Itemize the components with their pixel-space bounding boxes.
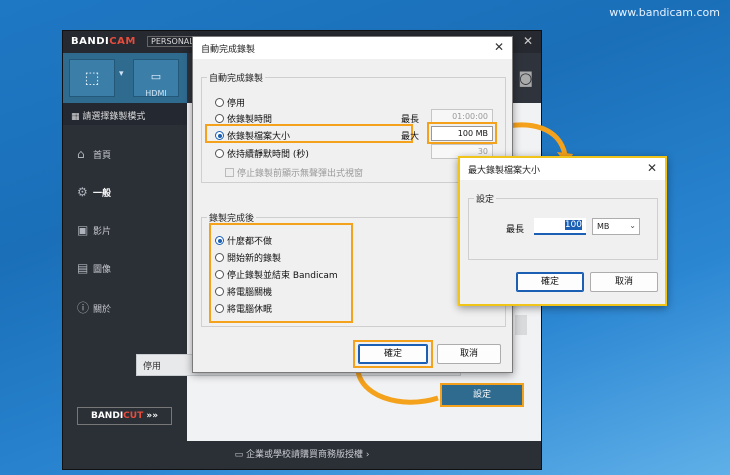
unit-select[interactable]: MB ⌄: [592, 218, 640, 235]
close-icon[interactable]: ✕: [494, 40, 504, 54]
cancel-button[interactable]: 取消: [590, 272, 658, 292]
label-max: 最大: [401, 132, 420, 142]
ok-button[interactable]: 確定: [516, 272, 584, 292]
ok-button[interactable]: 確定: [358, 344, 428, 364]
radio-by-size[interactable]: 依錄製檔案大小: [215, 129, 290, 142]
dialog-title: 自動完成錄製: [193, 37, 512, 59]
dialog-title: 最大錄製檔案大小: [460, 158, 665, 180]
max-file-size-dialog: 最大錄製檔案大小 ✕ 設定 最長 100 MB ⌄ 確定 取消: [458, 156, 667, 306]
label-longest: 最長: [506, 225, 525, 235]
chevron-down-icon: ⌄: [629, 221, 636, 230]
group-label: 自動完成錄製: [207, 71, 266, 84]
highlight-box: [427, 122, 497, 144]
radio-start-new[interactable]: 開始新的錄製: [215, 251, 281, 264]
radio-sleep[interactable]: 將電腦休眠: [215, 302, 272, 315]
close-icon[interactable]: ✕: [647, 161, 657, 175]
size-value-input[interactable]: 100: [534, 218, 586, 235]
radio-by-silence[interactable]: 依持續靜默時間 (秒): [215, 147, 309, 160]
radio-disabled[interactable]: 停用: [215, 96, 245, 109]
radio-stop-exit[interactable]: 停止錄製並結束 Bandicam: [215, 268, 338, 281]
popup-checkbox[interactable]: 停止錄製前顯示無聲彈出式視窗: [225, 166, 363, 179]
radio-shutdown[interactable]: 將電腦關機: [215, 285, 272, 298]
group-label: 設定: [474, 192, 497, 205]
arrow-to-ok: [355, 369, 439, 405]
radio-do-nothing[interactable]: 什麼都不做: [215, 234, 272, 247]
cancel-button[interactable]: 取消: [437, 344, 501, 364]
